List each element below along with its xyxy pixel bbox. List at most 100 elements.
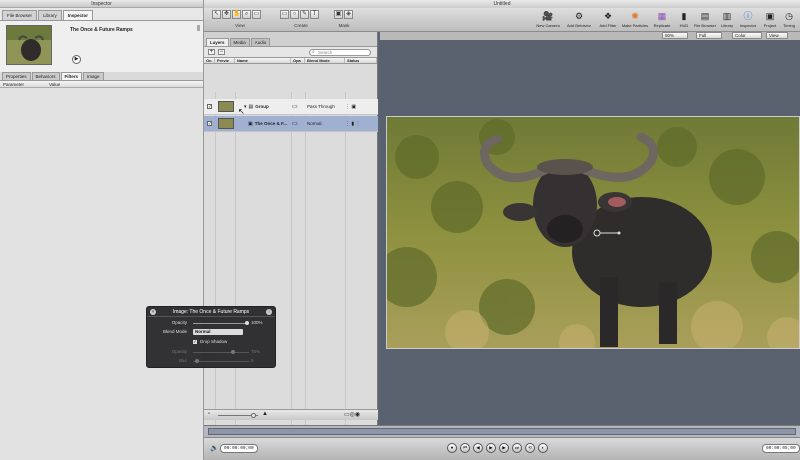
search-input[interactable]: ⌕ Search [309,49,371,56]
shadow-opacity-slider[interactable] [193,352,249,353]
tab-inspector[interactable]: Inspector [62,10,94,20]
opacity-value[interactable]: 100% [251,319,263,327]
shadow-opacity-knob[interactable] [231,350,235,354]
group-thumbnail [218,101,234,112]
remove-layer-icon[interactable]: − [218,49,225,55]
blur-knob[interactable] [195,359,199,363]
step-forward-button[interactable]: ▶ [499,443,509,453]
pan-tool-icon[interactable]: ✋ [232,10,241,19]
play-button[interactable]: ▶ [486,443,496,453]
layer-row-group[interactable]: ✓ ▾ ▤ Group ▭ Pass Through ⋮ ▣ [204,99,378,115]
channels-dropdown[interactable]: Color [732,32,762,39]
tab-image[interactable]: Image [83,72,104,80]
parameter-column: Parameter [3,82,25,87]
mini-timeline[interactable] [204,425,800,437]
mouse-pointer-icon: ↖ [238,107,245,116]
tab-audio[interactable]: Audio [250,38,271,46]
tab-library[interactable]: Library [38,10,62,20]
replicate-icon: ▦ [657,11,667,21]
zoom-tool-icon[interactable]: ⌕ [242,10,251,19]
image-blend-mode[interactable]: Normal [307,121,322,126]
info-icon[interactable]: i [266,309,272,315]
tab-media[interactable]: Media [229,38,250,46]
blur-value[interactable]: 5 [251,357,254,365]
duration-timecode[interactable]: 00:00:05;00 [762,444,800,453]
camera-tool-icon[interactable]: ▭ [252,10,261,19]
tab-layers[interactable]: Layers [206,38,229,46]
go-to-end-button[interactable]: ⏭ [512,443,522,453]
thumbnail-size-knob[interactable] [251,413,256,418]
timing-button[interactable]: ◷ Timing [780,10,798,28]
main-toolbar: ↖ ✥ ✋ ⌕ ▭ View ▭ ○ ✎ T Create ▣ ◈ Mask 🎥… [204,8,800,32]
main-titlebar: Untitled [204,0,800,8]
tab-behaviors[interactable]: Behaviors [31,72,60,80]
mute-button[interactable]: ◐ [538,443,548,453]
opacity-label: Opacity [171,320,187,325]
group-enable-checkbox[interactable]: ✓ [207,104,212,109]
canvas[interactable] [380,40,800,425]
select-tool-icon[interactable]: ↖ [212,10,221,19]
record-button[interactable]: ● [447,443,457,453]
tab-properties[interactable]: Properties [2,72,31,80]
bezier-mask-tool-icon[interactable]: ◈ [344,10,353,19]
create-group-label: Create [294,23,308,28]
blend-mode-select[interactable]: Normal [193,329,243,335]
shadow-opacity-label: Opacity [171,349,187,354]
canvas-image[interactable] [386,116,800,349]
file-browser-button[interactable]: ▤ File Browser [692,10,718,28]
project-button[interactable]: ▣ Project [760,10,780,28]
col-name[interactable]: Name [235,58,291,63]
text-tool-icon[interactable]: T [310,10,319,19]
new-camera-button[interactable]: 🎥 New Camera [534,10,562,28]
col-opacity[interactable]: Opa [291,58,305,63]
add-filter-button[interactable]: ❖ Add Filter [596,10,620,28]
replicate-button[interactable]: ▦ Replicate [650,10,674,28]
layers-toolbar: + − ⌕ Search [204,46,377,57]
col-blend-mode[interactable]: Blend Mode [305,58,345,63]
circle-tool-icon[interactable]: ○ [290,10,299,19]
audio-icon[interactable]: 🔈 [210,444,219,452]
current-timecode[interactable]: 00:00:00;00 [220,444,258,453]
tab-filters[interactable]: Filters [60,72,83,80]
layer-row-image[interactable]: ✓ ▣ The Once & F... ▭ Normal ⋮ ▮ ⋮ [204,116,378,132]
library-button[interactable]: ▥ Library [718,10,736,28]
hud-titlebar[interactable]: × Image: The Once & Future Ramps i [147,307,275,317]
col-preview[interactable]: Previe [215,58,235,63]
rect-mask-tool-icon[interactable]: ▣ [334,10,343,19]
blur-slider[interactable] [193,361,249,362]
group-blend-mode[interactable]: Pass Through [307,104,335,109]
large-thumbnail-icon: ▲ [262,411,268,417]
hud-drop-shadow-row: ✓ Drop Shadow [147,338,277,346]
pen-tool-icon[interactable]: ✎ [300,10,309,19]
add-behavior-button[interactable]: ⚙ Add Behavior [564,10,594,28]
group-name[interactable]: Group [255,104,269,109]
shadow-opacity-value[interactable]: 75% [251,348,260,356]
resolution-dropdown[interactable]: Full [696,32,722,39]
go-to-start-button[interactable]: ⏮ [460,443,470,453]
make-particles-button[interactable]: ✺ Make Particles [620,10,650,28]
tab-file-browser[interactable]: File Browser [2,10,38,20]
step-back-button[interactable]: ◀ [473,443,483,453]
col-status[interactable]: Status [345,58,377,63]
view-dropdown[interactable]: View [766,32,788,39]
col-on[interactable]: On [204,58,215,63]
timeline-bar[interactable] [208,428,796,435]
add-layer-icon[interactable]: + [208,49,215,55]
image-enable-checkbox[interactable]: ✓ [207,121,212,126]
rectangle-tool-icon[interactable]: ▭ [280,10,289,19]
viewer-controls: 50% Full Color View [380,32,800,40]
drop-shadow-checkbox[interactable]: ✓ [193,340,197,344]
image-layer-name[interactable]: The Once & F... [255,121,287,126]
layers-options-icon[interactable]: ▭◎◉ [344,411,360,418]
loop-button[interactable]: ⟲ [525,443,535,453]
opacity-slider-knob[interactable] [245,321,249,325]
group-icon: ▤ [248,103,254,110]
resize-handle[interactable] [197,25,200,31]
particles-icon: ✺ [631,11,639,21]
zoom-dropdown[interactable]: 50% [662,32,688,39]
inspector-button[interactable]: ⓘ Inspector [736,10,760,28]
hud-button[interactable]: ▮ HUD [676,10,692,28]
play-icon[interactable]: ▶ [72,55,81,64]
opacity-slider[interactable] [193,323,249,324]
transform-tool-icon[interactable]: ✥ [222,10,231,19]
